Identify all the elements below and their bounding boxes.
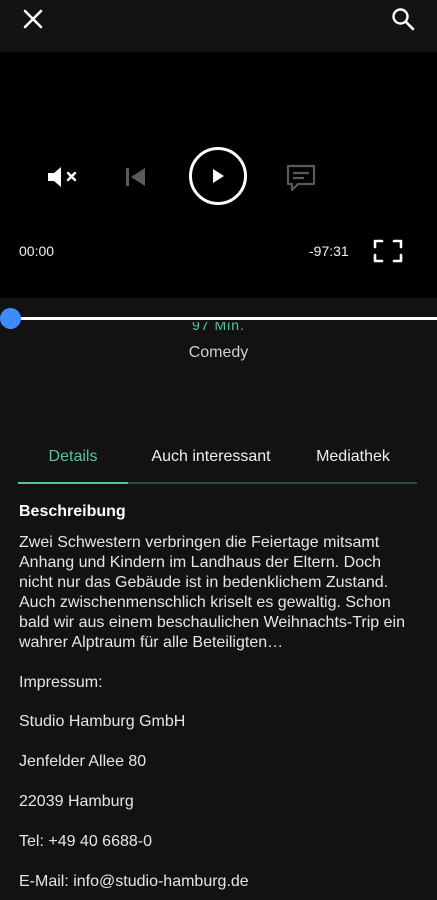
search-icon[interactable]: [389, 5, 417, 33]
play-button[interactable]: [188, 146, 248, 206]
description-heading: Beschreibung: [19, 503, 126, 520]
impressum-label: Impressum:: [19, 674, 103, 691]
skip-previous-icon[interactable]: [120, 162, 150, 192]
video-player[interactable]: 00:00 -97:31: [0, 52, 437, 298]
elapsed-time: 00:00: [19, 243, 55, 259]
email-address[interactable]: E-Mail: info@studio-hamburg.de: [19, 873, 249, 891]
subtitles-icon[interactable]: [284, 162, 318, 194]
tab-auch-interessant[interactable]: Auch interessant: [132, 432, 290, 482]
details-panel: Beschreibung Zwei Schwestern verbringen …: [19, 503, 419, 890]
tab-bar: Details Auch interessant Mediathek: [18, 432, 417, 484]
volume-muted-icon[interactable]: [42, 162, 82, 192]
close-icon[interactable]: [20, 6, 46, 32]
description-text: Zwei Schwestern verbringen die Feiertage…: [19, 534, 405, 651]
tab-mediathek[interactable]: Mediathek: [302, 432, 404, 482]
fullscreen-icon[interactable]: [372, 236, 404, 266]
seek-track[interactable]: [10, 317, 437, 320]
top-bar: [0, 0, 437, 52]
play-icon: [189, 147, 247, 205]
duration-text: 97 Min.: [192, 322, 245, 332]
company-name: Studio Hamburg GmbH: [19, 713, 186, 730]
city-address: 22039 Hamburg: [19, 793, 134, 810]
street-address: Jenfelder Allee 80: [19, 753, 147, 770]
genre-text: Comedy: [188, 344, 249, 361]
phone-number[interactable]: Tel: +49 40 6688-0: [19, 833, 152, 851]
tab-details[interactable]: Details: [18, 432, 128, 484]
remaining-time: -97:31: [309, 243, 349, 259]
